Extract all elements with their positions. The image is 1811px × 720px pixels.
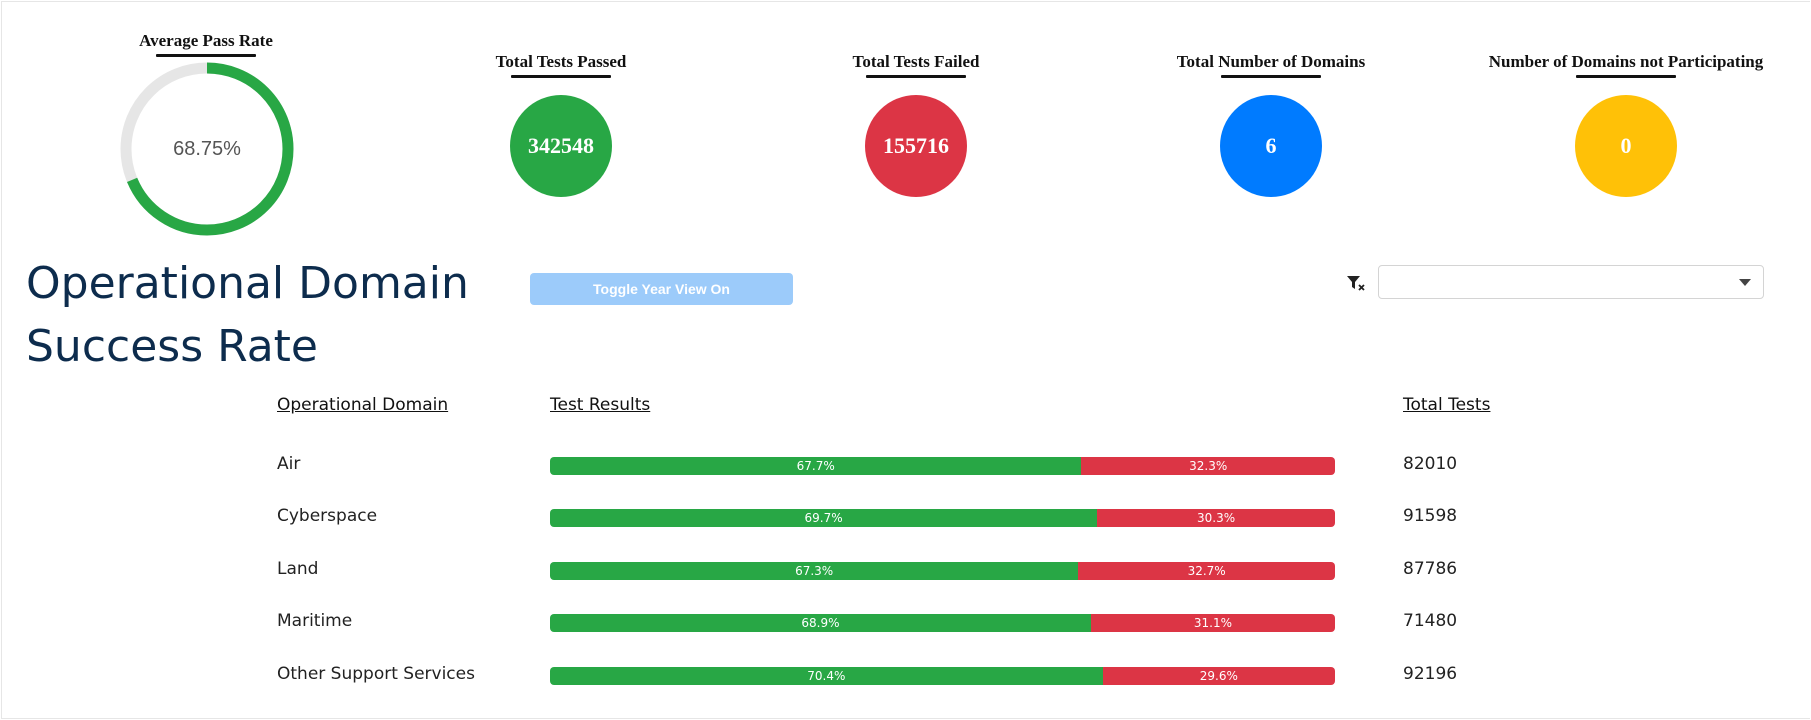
result-bar: 67.3% 32.7% [550,562,1335,580]
pass-segment: 67.7% [550,457,1082,475]
filter-clear-svg [1347,276,1365,291]
stat-total-tests-passed: Total Tests Passed [411,52,711,78]
not-participating-count-circle: 0 [1575,95,1677,197]
filter-clear-icon[interactable] [1346,274,1366,292]
stat-domains-not-participating: Number of Domains not Participating [1476,52,1776,78]
stat-title-text: Number of Domains not Participating [1488,52,1764,71]
domain-name: Cyberspace [277,506,378,526]
domain-filter-select[interactable] [1378,265,1764,299]
header-operational-domain[interactable]: Operational Domain [277,395,448,415]
fail-segment: 30.3% [1097,509,1335,527]
table-row[interactable]: Cyberspace 69.7% 30.3% 91598 [0,502,1811,532]
stat-title-average-pass-rate: Average Pass Rate [139,31,273,57]
stat-title-text: Total Number of Domains [1176,52,1366,71]
total-tests: 92196 [1403,664,1458,684]
gauge-value: 68.75% [173,137,241,160]
table-row[interactable]: Maritime 68.9% 31.1% 71480 [0,607,1811,637]
passed-count-circle: 342548 [510,95,612,197]
domain-name: Air [277,454,301,474]
result-bar: 68.9% 31.1% [550,614,1335,632]
stat-title-text: Total Tests Passed [495,52,627,71]
fail-segment: 31.1% [1090,614,1335,632]
stat-total-domains: Total Number of Domains [1121,52,1421,78]
result-bar: 67.7% 32.3% [550,457,1335,475]
title-underline [1221,75,1321,78]
header-total-tests[interactable]: Total Tests [1403,395,1490,415]
failed-count-circle: 155716 [865,95,967,197]
domain-name: Other Support Services [277,664,475,684]
pass-rate-gauge: 68.75% [117,59,297,239]
header-test-results[interactable]: Test Results [550,395,650,415]
fail-segment: 29.6% [1102,667,1335,685]
pass-segment: 70.4% [550,667,1103,685]
title-underline [155,54,256,57]
table-row[interactable]: Land 67.3% 32.7% 87786 [0,555,1811,585]
stat-title-not-participating: Number of Domains not Participating [1488,52,1764,78]
stat-title-domains: Total Number of Domains [1177,52,1365,78]
stat-average-pass-rate: Average Pass Rate [56,31,356,57]
result-bar: 70.4% 29.6% [550,667,1335,685]
stat-title-failed: Total Tests Failed [852,52,980,78]
passed-count: 342548 [528,133,594,158]
total-tests: 87786 [1403,559,1458,579]
table-row[interactable]: Other Support Services 70.4% 29.6% 92196 [0,660,1811,690]
pass-segment: 69.7% [550,509,1098,527]
pass-segment: 67.3% [550,562,1079,580]
toggle-year-view-button[interactable]: Toggle Year View On [530,273,793,305]
chevron-down-icon[interactable] [1739,279,1751,286]
title-underline [866,75,966,78]
stat-title-text: Total Tests Failed [852,52,980,71]
fail-segment: 32.7% [1078,562,1335,580]
stat-title-passed: Total Tests Passed [495,52,627,78]
total-tests: 82010 [1403,454,1458,474]
total-tests: 71480 [1403,611,1458,631]
domains-count: 6 [1265,133,1277,158]
not-participating-count: 0 [1620,133,1632,158]
page-title: Operational Domain Success Rate [26,258,469,372]
result-bar: 69.7% 30.3% [550,509,1335,527]
stat-title-text: Average Pass Rate [139,31,273,50]
domain-name: Land [277,559,319,579]
fail-segment: 32.3% [1081,457,1335,475]
domains-count-circle: 6 [1220,95,1322,197]
pass-segment: 68.9% [550,614,1091,632]
title-underline [511,75,611,78]
failed-count: 155716 [883,133,949,158]
table-row[interactable]: Air 67.7% 32.3% 82010 [0,450,1811,480]
title-underline [1575,75,1676,78]
stat-total-tests-failed: Total Tests Failed [766,52,1066,78]
domain-name: Maritime [277,611,353,631]
total-tests: 91598 [1403,506,1458,526]
